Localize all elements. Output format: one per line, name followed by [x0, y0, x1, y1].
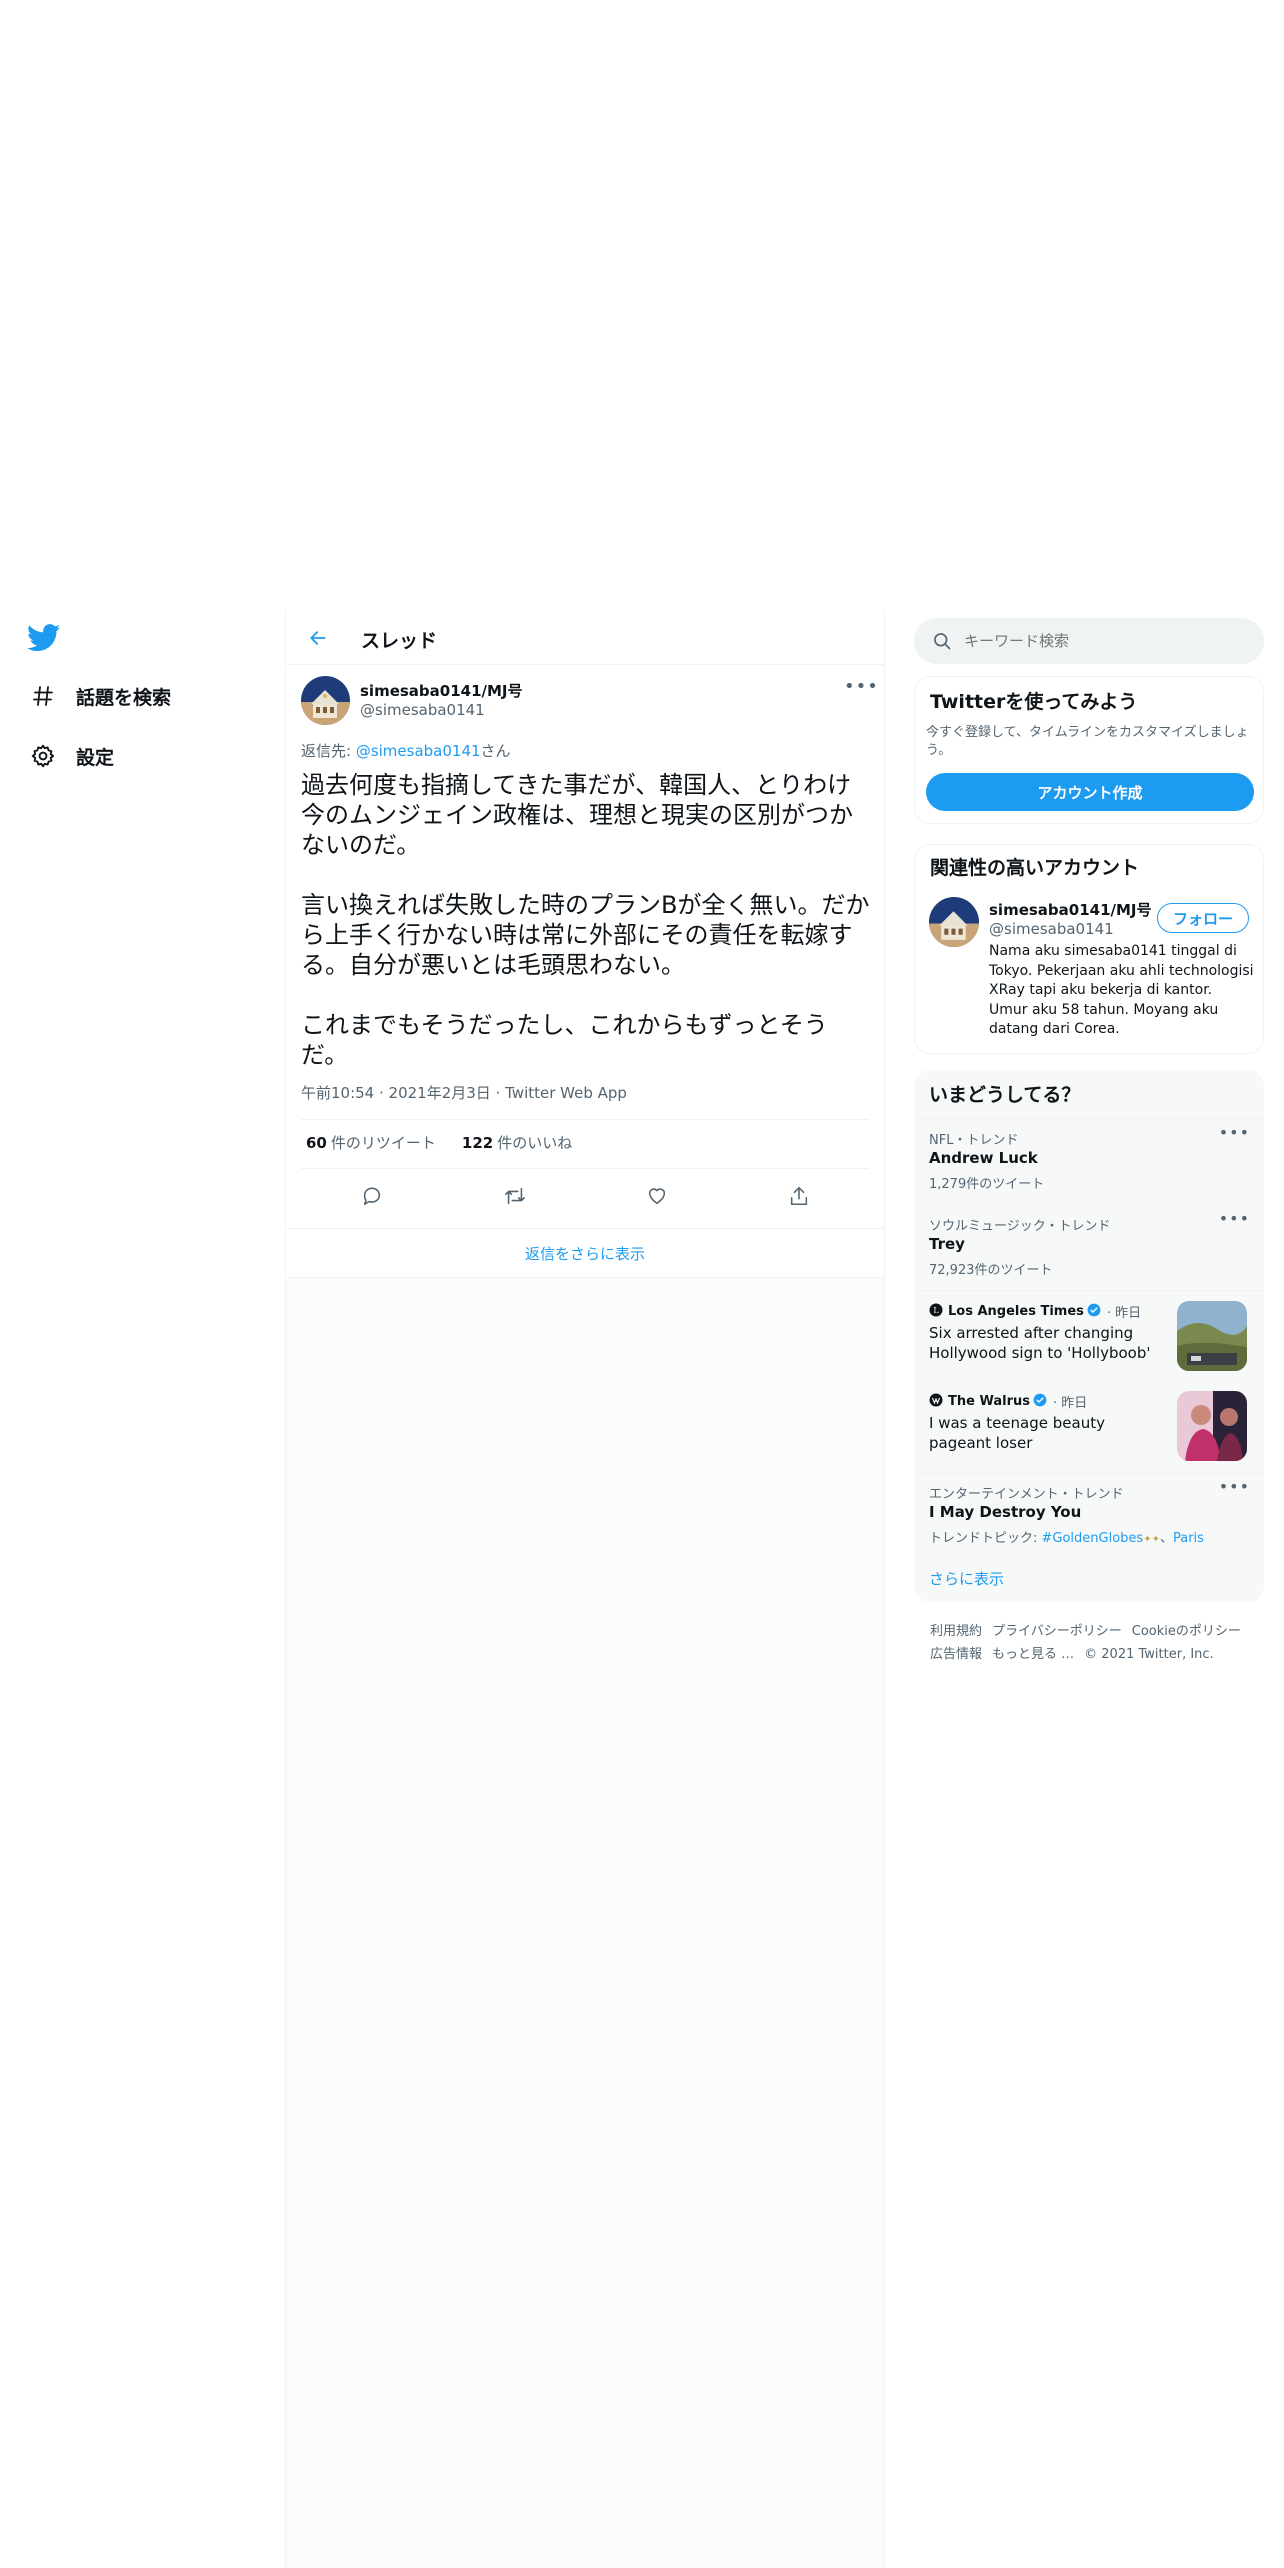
news-item[interactable]: L Los Angeles Times · 昨日 Six arrested af… [914, 1290, 1264, 1380]
copyright: © 2021 Twitter, Inc. [1084, 1647, 1214, 1662]
create-account-button[interactable]: アカウント作成 [926, 773, 1254, 811]
tweet-actions [301, 1172, 869, 1218]
news-time: 昨日 [1061, 1396, 1088, 1411]
search-box[interactable] [914, 618, 1264, 664]
news-headline: Six arrested after changing Hollywood si… [929, 1324, 1151, 1362]
more-options-icon[interactable]: ••• [1219, 1209, 1250, 1228]
nav-item-explore[interactable]: 話題を検索 [28, 676, 171, 716]
news-thumbnail [1177, 1301, 1247, 1371]
relevant-title: 関連性の高いアカウント [930, 857, 1140, 879]
trends-title: いまどうしてる？ [929, 1084, 1081, 1106]
trend-context: エンターテインメント・トレンド [929, 1487, 1124, 1502]
search-icon [932, 631, 952, 655]
retweet-count[interactable]: 60 件のリツイート [306, 1132, 436, 1153]
news-time: 昨日 [1115, 1306, 1142, 1321]
footer-link-privacy[interactable]: プライバシーポリシー [992, 1624, 1122, 1639]
trend-count: 72,923件のツイート [929, 1263, 1053, 1278]
trend-context: NFL・トレンド [929, 1133, 1019, 1148]
source-name: Los Angeles Times [948, 1304, 1084, 1319]
account-avatar[interactable] [929, 897, 979, 947]
trend-context: ソウルミュージック・トレンド [929, 1219, 1111, 1234]
topic-link[interactable]: Paris [1173, 1531, 1204, 1546]
tweet-client[interactable]: Twitter Web App [505, 1084, 627, 1102]
tweet-meta: 午前10:54 · 2021年2月3日 · Twitter Web App [301, 1084, 627, 1102]
hashtag-link[interactable]: #GoldenGlobes [1042, 1531, 1144, 1546]
trend-title: Andrew Luck [929, 1149, 1038, 1167]
reply-context: 返信先: @simesaba0141さん [301, 740, 511, 761]
author-avatar[interactable] [301, 676, 350, 725]
more-options-icon[interactable]: ••• [1219, 1123, 1250, 1142]
reply-mention-link[interactable]: @simesaba0141 [356, 742, 481, 760]
tweet-stats: 60 件のリツイート 122 件のいいね [306, 1132, 572, 1153]
account-handle[interactable]: @simesaba0141 [989, 920, 1114, 938]
divider [301, 1119, 869, 1120]
like-heart-icon[interactable] [643, 1182, 671, 1210]
tweet-text: 過去何度も指摘してきた事だが、韓国人、とりわけ今のムンジェイン政権は、理想と現実… [301, 771, 870, 1069]
trend-title: I May Destroy You [929, 1503, 1082, 1521]
page-title: スレッド [361, 630, 438, 652]
trends-panel: いまどうしてる？ NFL・トレンド Andrew Luck 1,279件のツイー… [914, 1070, 1264, 1602]
hashtag-icon [28, 681, 58, 711]
footer-link-ads[interactable]: 広告情報 [930, 1647, 982, 1662]
nav-item-label: 話題を検索 [76, 686, 172, 709]
source-logo-icon: L [929, 1303, 943, 1321]
news-headline: I was a teenage beauty pageant loser [929, 1414, 1105, 1452]
back-arrow-icon[interactable] [304, 624, 332, 652]
trend-item[interactable]: NFL・トレンド Andrew Luck 1,279件のツイート ••• [914, 1118, 1264, 1204]
trend-title: Trey [929, 1235, 965, 1253]
nav-item-label: 設定 [76, 746, 115, 769]
topics-prefix: トレンドトピック: [929, 1531, 1042, 1546]
more-options-icon[interactable]: ••• [844, 676, 879, 697]
source-name: The Walrus [948, 1394, 1030, 1409]
footer-link-more[interactable]: もっと見る … [992, 1647, 1074, 1662]
footer-link-terms[interactable]: 利用規約 [930, 1624, 982, 1639]
reply-suffix: さん [480, 742, 511, 760]
relevant-accounts-card: 関連性の高いアカウント simesaba0141/MJ号 @simesaba01… [914, 844, 1264, 1054]
retweet-icon[interactable] [501, 1182, 529, 1210]
show-more-replies-button[interactable]: 返信をさらに表示 [286, 1228, 884, 1278]
search-input[interactable] [964, 618, 1244, 664]
nav-item-settings[interactable]: 設定 [28, 736, 114, 776]
author-name[interactable]: simesaba0141/MJ号 [360, 680, 523, 701]
gear-icon [28, 741, 58, 771]
svg-text:L: L [933, 1306, 939, 1315]
source-logo-icon [929, 1393, 943, 1411]
more-options-icon[interactable]: ••• [1219, 1477, 1250, 1496]
reply-prefix: 返信先: [301, 742, 356, 760]
trending-topics: トレンドトピック: #GoldenGlobes✦✦、Paris [929, 1531, 1204, 1546]
footer-link-cookies[interactable]: Cookieのポリシー [1132, 1624, 1241, 1639]
share-icon[interactable] [785, 1182, 813, 1210]
globe-emoji-icon: ✦✦ [1143, 1534, 1160, 1545]
signup-title: Twitterを使ってみよう [930, 691, 1138, 713]
trend-count: 1,279件のツイート [929, 1177, 1045, 1192]
show-more-trends-link[interactable]: さらに表示 [929, 1568, 1004, 1589]
account-name[interactable]: simesaba0141/MJ号 [989, 899, 1152, 920]
news-item[interactable]: The Walrus · 昨日 I was a teenage beauty p… [914, 1380, 1264, 1472]
trend-item[interactable]: エンターテインメント・トレンド I May Destroy You トレンドトピ… [914, 1472, 1264, 1556]
trend-item[interactable]: ソウルミュージック・トレンド Trey 72,923件のツイート ••• [914, 1204, 1264, 1290]
news-source: The Walrus · 昨日 [929, 1392, 1087, 1411]
follow-button[interactable]: フォロー [1157, 903, 1249, 933]
news-source: L Los Angeles Times · 昨日 [929, 1302, 1141, 1321]
signup-card: Twitterを使ってみよう 今すぐ登録して、タイムラインをカスタマイズしましょ… [914, 676, 1264, 824]
news-thumbnail [1177, 1391, 1247, 1461]
reply-icon[interactable] [358, 1182, 386, 1210]
signup-text: 今すぐ登録して、タイムラインをカスタマイズしましょう。 [926, 725, 1249, 758]
tweet-date[interactable]: 2021年2月3日 [389, 1084, 491, 1102]
divider [914, 1556, 1264, 1557]
verified-badge-icon [1033, 1393, 1047, 1411]
like-count[interactable]: 122 件のいいね [462, 1132, 572, 1153]
twitter-bird-icon[interactable] [26, 624, 63, 656]
thread-header: スレッド [286, 610, 884, 665]
author-handle[interactable]: @simesaba0141 [360, 701, 485, 719]
account-bio: Nama aku simesaba0141 tinggal di Tokyo. … [989, 943, 1254, 1037]
verified-badge-icon [1087, 1303, 1101, 1321]
footer-links: 利用規約 プライバシーポリシー Cookieのポリシー 広告情報 もっと見る … © 2… [930, 1620, 1260, 1666]
thread-column: スレッド simesaba0141/MJ号 @simesaba0141 ••• … [285, 610, 885, 2568]
tweet-time[interactable]: 午前10:54 [301, 1084, 374, 1102]
divider [301, 1168, 869, 1169]
